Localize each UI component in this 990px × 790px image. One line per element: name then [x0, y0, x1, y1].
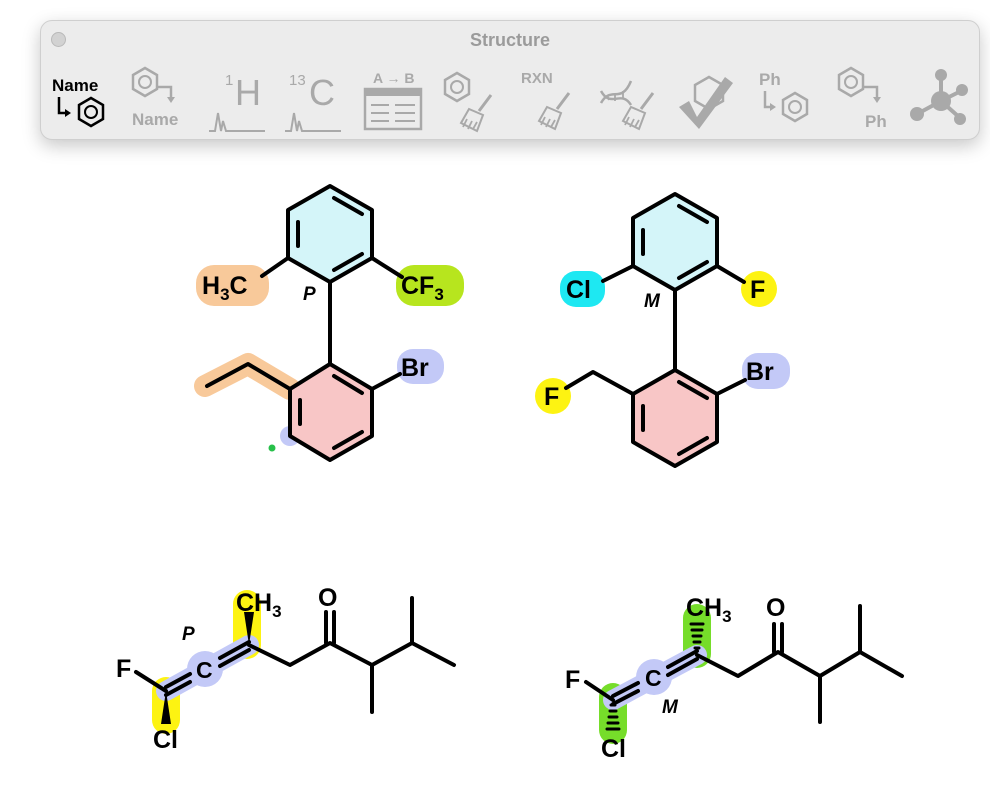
- carbon-chain-2: [584, 604, 904, 724]
- molecule-1-biaryl-p[interactable]: [194, 184, 464, 462]
- bottom-aryl-ring-1: [288, 362, 374, 462]
- svg-text:RXN: RXN: [521, 70, 553, 87]
- contract-label-button[interactable]: Ph: [833, 65, 897, 131]
- check-structure-button[interactable]: [675, 65, 739, 131]
- allene-carbon-label-1: C: [196, 657, 213, 683]
- expand-label-button[interactable]: Ph: [755, 65, 819, 131]
- cl-label: Cl: [566, 276, 591, 304]
- svg-text:C: C: [309, 72, 335, 113]
- svg-text:1: 1: [225, 72, 233, 89]
- chlorine-label-2: Cl: [601, 735, 626, 763]
- chlorine-label-1: Cl: [153, 726, 178, 754]
- molecule-4-allene-m[interactable]: [584, 604, 904, 744]
- h1-nmr-icon: 1 H: [209, 72, 265, 132]
- svg-text:H: H: [235, 72, 261, 113]
- ch3-label-2: CH3: [686, 594, 732, 626]
- oxygen-label-1: O: [318, 584, 337, 612]
- top-aryl-ring-2: [631, 192, 719, 292]
- stereo-descriptor-m-2: M: [644, 291, 661, 312]
- window-title: Structure: [469, 30, 550, 50]
- name-to-structure-button[interactable]: Name: [47, 65, 111, 131]
- titlebar[interactable]: Structure: [41, 21, 979, 59]
- h1-nmr-button[interactable]: 1 H: [205, 65, 269, 132]
- br-label-1: Br: [401, 354, 429, 382]
- structure-palette-window: Structure Name Name 1 H 13 C A → B RXN P…: [40, 20, 980, 140]
- check-structure-icon: [679, 75, 733, 129]
- stereo-descriptor-p-1: P: [303, 284, 316, 305]
- analysis-table-icon: A → B: [363, 70, 423, 131]
- svg-text:Name: Name: [132, 110, 178, 129]
- fluorine-label-1: F: [116, 655, 131, 683]
- clean-reaction-button[interactable]: RXN: [517, 65, 581, 131]
- stereo-descriptor-p-3: P: [182, 624, 195, 645]
- stereo-descriptor-m-4: M: [662, 697, 679, 718]
- molecule-3-allene-p[interactable]: [134, 590, 456, 734]
- carbon-chain-1: [134, 596, 456, 714]
- svg-text:Ph: Ph: [759, 70, 781, 89]
- svg-text:A → B: A → B: [373, 70, 414, 86]
- clean-biopolymer-button[interactable]: [597, 65, 661, 131]
- name-to-structure-icon: Name: [52, 76, 105, 128]
- bottom-aryl-ring-2: [631, 368, 719, 468]
- molecule-3d-icon: [910, 69, 968, 125]
- contract-label-icon: Ph: [837, 66, 887, 131]
- svg-text:13: 13: [289, 72, 306, 89]
- structure-to-name-icon: Name: [131, 66, 178, 129]
- allene-carbon-label-2: C: [645, 665, 662, 691]
- c13-nmr-icon: 13 C: [285, 72, 341, 132]
- dna-broom-icon: [599, 80, 655, 131]
- f-side-label: F: [544, 383, 559, 411]
- structure-to-name-button[interactable]: Name: [127, 65, 191, 131]
- structure-toolbar: Name Name 1 H 13 C A → B RXN Ph Ph: [41, 61, 979, 133]
- carbonyl-bond-1: [324, 610, 336, 645]
- 3d-model-button[interactable]: [907, 65, 971, 131]
- clean-structure-button[interactable]: [439, 65, 503, 133]
- f-ring-label: F: [750, 276, 765, 304]
- atom-marker-dot: [268, 444, 276, 452]
- top-aryl-ring-1: [286, 184, 374, 284]
- expand-label-icon: Ph: [759, 70, 809, 123]
- molecule-2-biaryl-m[interactable]: [535, 192, 790, 468]
- clean-structure-broom-icon: [443, 71, 493, 133]
- oxygen-label-2: O: [766, 594, 785, 622]
- svg-text:Ph: Ph: [865, 112, 887, 131]
- fluorine-label-2: F: [565, 666, 580, 694]
- ethyl-highlight: [194, 353, 301, 400]
- svg-text:Name: Name: [52, 76, 98, 95]
- ch3-label-1: CH3: [236, 589, 282, 621]
- analysis-button[interactable]: A → B: [361, 65, 425, 131]
- carbonyl-bond-2: [772, 622, 784, 654]
- c13-nmr-button[interactable]: 13 C: [281, 65, 345, 132]
- br-label-2: Br: [746, 358, 774, 386]
- clean-reaction-broom-icon: RXN: [521, 70, 571, 131]
